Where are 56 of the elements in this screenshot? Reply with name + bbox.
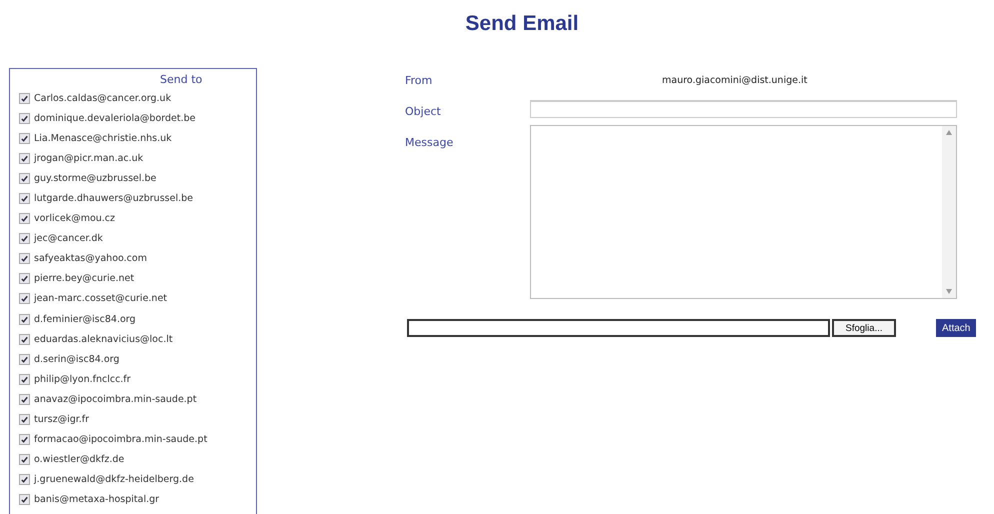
from-value: mauro.giacomini@dist.unige.it — [662, 74, 808, 86]
file-path-field[interactable] — [407, 319, 830, 337]
checkbox[interactable] — [19, 112, 30, 124]
recipient-email: Lia.Menasce@christie.nhs.uk — [34, 132, 172, 144]
checkbox[interactable] — [19, 273, 30, 284]
recipient-email: dominique.devaleriola@bordet.be — [34, 112, 196, 124]
checkbox[interactable] — [19, 474, 30, 486]
recipient-email: d.serin@isc84.org — [34, 354, 120, 365]
recipient-email: j.gruenewald@dkfz-heidelberg.de — [34, 474, 194, 486]
recipient-email: anavaz@ipocoimbra.min-saude.pt — [34, 394, 197, 405]
recipient-email: tursz@igr.fr — [34, 414, 90, 426]
recipient-email: d.feminier@isc84.org — [34, 314, 136, 325]
recipient-email: guy.storme@uzbrussel.be — [34, 172, 156, 184]
from-label: From — [405, 73, 434, 87]
attach-button[interactable]: Attach — [936, 319, 976, 337]
recipient-email: banis@metaxa-hospital.gr — [34, 494, 160, 506]
recipient-email: jrogan@picr.man.ac.uk — [34, 152, 144, 164]
checkbox[interactable] — [19, 414, 30, 426]
checkbox[interactable] — [19, 354, 30, 365]
checkbox[interactable] — [19, 334, 30, 345]
object-field[interactable] — [530, 100, 957, 118]
recipient-email: safyeaktas@yahoo.com — [34, 253, 147, 264]
scrollbar[interactable] — [942, 126, 956, 298]
checkbox[interactable] — [19, 454, 30, 466]
scroll-up-icon[interactable] — [946, 130, 952, 135]
recipient-email: o.wiestler@dkfz.de — [34, 454, 124, 466]
checkbox[interactable] — [19, 394, 30, 405]
checkbox[interactable] — [19, 233, 30, 244]
checkbox[interactable] — [19, 213, 30, 224]
recipient-email: eduardas.aleknavicius@loc.lt — [34, 334, 173, 345]
recipient-email: lutgarde.dhauwers@uzbrussel.be — [34, 193, 193, 204]
recipient-email: jean-marc.cosset@curie.net — [34, 293, 168, 304]
checkbox[interactable] — [19, 172, 30, 184]
checkbox[interactable] — [19, 193, 30, 204]
message-field[interactable] — [530, 125, 957, 299]
scroll-down-icon[interactable] — [946, 289, 952, 294]
checkbox[interactable] — [19, 152, 30, 164]
checkbox[interactable] — [19, 374, 30, 385]
recipient-email: vorlicek@mou.cz — [34, 213, 116, 224]
checkbox[interactable] — [19, 132, 30, 144]
checkbox[interactable] — [19, 92, 30, 104]
page-title: Send Email — [464, 11, 580, 37]
panel-heading: Send to — [160, 73, 202, 86]
recipient-email: pierre.bey@curie.net — [34, 273, 134, 284]
message-label: Message — [405, 135, 454, 149]
checkbox[interactable] — [19, 293, 30, 304]
recipient-email: philip@lyon.fnclcc.fr — [34, 374, 131, 385]
checkbox[interactable] — [19, 314, 30, 325]
browse-button[interactable]: Sfoglia... — [832, 319, 896, 337]
checkbox[interactable] — [19, 253, 30, 264]
recipient-email: jec@cancer.dk — [34, 233, 103, 244]
checkbox[interactable] — [19, 494, 30, 506]
recipient-email: Carlos.caldas@cancer.org.uk — [34, 92, 172, 104]
recipient-email: formacao@ipocoimbra.min-saude.pt — [34, 434, 208, 446]
object-label: Object — [405, 104, 442, 118]
checkbox[interactable] — [19, 434, 30, 446]
